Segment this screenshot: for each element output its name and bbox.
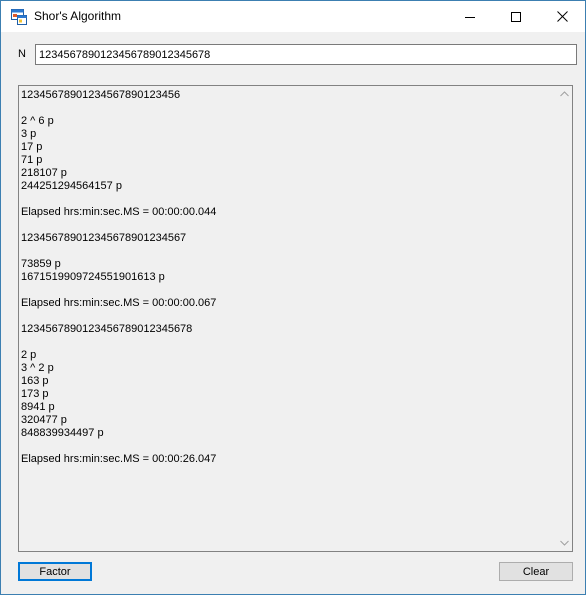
n-label: N [18, 48, 26, 60]
output-line: 12345678901234567890123456 [21, 89, 181, 101]
scroll-up-button[interactable] [556, 86, 572, 102]
factor-button[interactable]: Factor [18, 562, 92, 581]
output-line: Elapsed hrs:min:sec.MS = 00:00:26.047 [21, 453, 217, 465]
output-line: 71 p [21, 154, 43, 166]
close-icon [556, 11, 568, 22]
minimize-icon [465, 16, 475, 18]
output-line: 3 p [21, 128, 37, 140]
scroll-down-button[interactable] [556, 535, 572, 551]
output-line: 244251294564157 p [21, 180, 122, 192]
output-line: 123456789012345678901234567 [21, 232, 187, 244]
title-bar[interactable]: Shor's Algorithm [1, 1, 585, 32]
vertical-scrollbar[interactable] [556, 86, 572, 551]
n-input[interactable] [35, 44, 577, 65]
output-text: 12345678901234567890123456 2 ^ 6 p3 p 17 p… [21, 89, 551, 466]
output-line: 17 p [21, 141, 43, 153]
output-line: 1671519909724551901613 p [21, 271, 165, 283]
app-form-icon[interactable] [11, 9, 27, 25]
output-textarea[interactable]: 12345678901234567890123456 2 ^ 6 p3 p 17 p… [18, 85, 573, 552]
window-title: Shor's Algorithm [34, 9, 121, 23]
output-line: Elapsed hrs:min:sec.MS = 00:00:00.067 [21, 297, 217, 309]
minimize-button[interactable] [447, 1, 493, 32]
maximize-icon [511, 11, 521, 22]
maximize-button[interactable] [493, 1, 539, 32]
output-line: 73859 p [21, 258, 61, 270]
chevron-up-icon [559, 91, 569, 97]
output-line: 173 p [21, 388, 49, 400]
close-button[interactable] [539, 1, 585, 32]
output-line: 848839934497 p [21, 427, 104, 439]
clear-button[interactable]: Clear [499, 562, 573, 581]
output-line: 1234567890123456789012345678 [21, 323, 193, 335]
output-line: 8941 p [21, 401, 55, 413]
output-line: Elapsed hrs:min:sec.MS = 00:00:00.044 [21, 206, 217, 218]
output-line: 2 p [21, 349, 37, 361]
output-line: 163 p [21, 375, 49, 387]
output-line: 2 ^ 6 p [21, 115, 54, 127]
output-line: 218107 p [21, 167, 67, 179]
chevron-down-icon [559, 540, 569, 546]
output-line: 3 ^ 2 p [21, 362, 54, 374]
output-line: 320477 p [21, 414, 67, 426]
main-window: Shor's Algorithm N 123456789012345678901… [0, 0, 586, 595]
